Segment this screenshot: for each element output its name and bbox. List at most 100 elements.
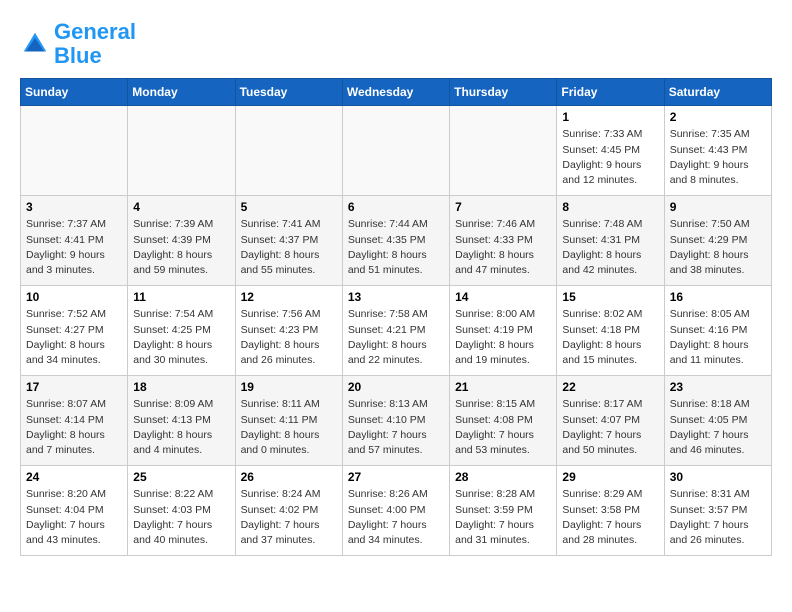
day-number: 30 bbox=[670, 470, 766, 484]
day-info: Sunrise: 8:11 AM Sunset: 4:11 PM Dayligh… bbox=[241, 397, 337, 458]
calendar-cell bbox=[235, 106, 342, 196]
day-number: 22 bbox=[562, 380, 658, 394]
day-info: Sunrise: 7:37 AM Sunset: 4:41 PM Dayligh… bbox=[26, 217, 122, 278]
day-number: 15 bbox=[562, 290, 658, 304]
day-number: 6 bbox=[348, 200, 444, 214]
calendar-cell: 9 Sunrise: 7:50 AM Sunset: 4:29 PM Daylig… bbox=[664, 196, 771, 286]
day-info: Sunrise: 7:33 AM Sunset: 4:45 PM Dayligh… bbox=[562, 127, 658, 188]
header-thursday: Thursday bbox=[450, 79, 557, 106]
calendar-week-5: 24 Sunrise: 8:20 AM Sunset: 4:04 PM Dayli… bbox=[21, 466, 772, 556]
day-number: 4 bbox=[133, 200, 229, 214]
calendar-cell: 14Sunrise: 8:00 AM Sunset: 4:19 PM Dayli… bbox=[450, 286, 557, 376]
calendar-cell: 20Sunrise: 8:13 AM Sunset: 4:10 PM Dayli… bbox=[342, 376, 449, 466]
day-info: Sunrise: 8:24 AM Sunset: 4:02 PM Dayligh… bbox=[241, 487, 337, 548]
calendar-cell: 5 Sunrise: 7:41 AM Sunset: 4:37 PM Daylig… bbox=[235, 196, 342, 286]
day-info: Sunrise: 7:35 AM Sunset: 4:43 PM Dayligh… bbox=[670, 127, 766, 188]
calendar-cell: 16 Sunrise: 8:05 AM Sunset: 4:16 PM Dayli… bbox=[664, 286, 771, 376]
calendar-cell: 26 Sunrise: 8:24 AM Sunset: 4:02 PM Dayli… bbox=[235, 466, 342, 556]
day-info: Sunrise: 7:58 AM Sunset: 4:21 PM Dayligh… bbox=[348, 307, 444, 368]
calendar-cell: 8 Sunrise: 7:48 AM Sunset: 4:31 PM Daylig… bbox=[557, 196, 664, 286]
day-number: 29 bbox=[562, 470, 658, 484]
day-number: 26 bbox=[241, 470, 337, 484]
calendar-header-row: SundayMondayTuesdayWednesdayThursdayFrid… bbox=[21, 79, 772, 106]
header-tuesday: Tuesday bbox=[235, 79, 342, 106]
calendar-cell bbox=[128, 106, 235, 196]
day-info: Sunrise: 8:18 AM Sunset: 4:05 PM Dayligh… bbox=[670, 397, 766, 458]
day-info: Sunrise: 7:50 AM Sunset: 4:29 PM Dayligh… bbox=[670, 217, 766, 278]
calendar-cell: 15 Sunrise: 8:02 AM Sunset: 4:18 PM Dayli… bbox=[557, 286, 664, 376]
calendar-cell: 21 Sunrise: 8:15 AM Sunset: 4:08 PM Dayli… bbox=[450, 376, 557, 466]
calendar-cell: 27 Sunrise: 8:26 AM Sunset: 4:00 PM Dayli… bbox=[342, 466, 449, 556]
day-number: 12 bbox=[241, 290, 337, 304]
day-number: 20 bbox=[348, 380, 444, 394]
logo-text: General Blue bbox=[54, 20, 136, 68]
day-number: 11 bbox=[133, 290, 229, 304]
day-number: 9 bbox=[670, 200, 766, 214]
day-info: Sunrise: 8:31 AM Sunset: 3:57 PM Dayligh… bbox=[670, 487, 766, 548]
day-info: Sunrise: 7:44 AM Sunset: 4:35 PM Dayligh… bbox=[348, 217, 444, 278]
calendar-cell: 17Sunrise: 8:07 AM Sunset: 4:14 PM Dayli… bbox=[21, 376, 128, 466]
day-number: 5 bbox=[241, 200, 337, 214]
day-info: Sunrise: 8:02 AM Sunset: 4:18 PM Dayligh… bbox=[562, 307, 658, 368]
calendar-cell: 18 Sunrise: 8:09 AM Sunset: 4:13 PM Dayli… bbox=[128, 376, 235, 466]
calendar-cell: 28Sunrise: 8:28 AM Sunset: 3:59 PM Dayli… bbox=[450, 466, 557, 556]
header-sunday: Sunday bbox=[21, 79, 128, 106]
day-number: 16 bbox=[670, 290, 766, 304]
day-number: 10 bbox=[26, 290, 122, 304]
day-number: 13 bbox=[348, 290, 444, 304]
day-info: Sunrise: 8:26 AM Sunset: 4:00 PM Dayligh… bbox=[348, 487, 444, 548]
calendar-week-3: 10Sunrise: 7:52 AM Sunset: 4:27 PM Dayli… bbox=[21, 286, 772, 376]
day-info: Sunrise: 8:17 AM Sunset: 4:07 PM Dayligh… bbox=[562, 397, 658, 458]
header-saturday: Saturday bbox=[664, 79, 771, 106]
day-info: Sunrise: 7:41 AM Sunset: 4:37 PM Dayligh… bbox=[241, 217, 337, 278]
day-info: Sunrise: 8:09 AM Sunset: 4:13 PM Dayligh… bbox=[133, 397, 229, 458]
day-info: Sunrise: 8:28 AM Sunset: 3:59 PM Dayligh… bbox=[455, 487, 551, 548]
calendar-cell: 6 Sunrise: 7:44 AM Sunset: 4:35 PM Daylig… bbox=[342, 196, 449, 286]
calendar-cell: 22 Sunrise: 8:17 AM Sunset: 4:07 PM Dayli… bbox=[557, 376, 664, 466]
header-monday: Monday bbox=[128, 79, 235, 106]
page-header: General Blue bbox=[20, 20, 772, 68]
calendar-cell: 24 Sunrise: 8:20 AM Sunset: 4:04 PM Dayli… bbox=[21, 466, 128, 556]
calendar-cell: 23 Sunrise: 8:18 AM Sunset: 4:05 PM Dayli… bbox=[664, 376, 771, 466]
calendar-cell: 11 Sunrise: 7:54 AM Sunset: 4:25 PM Dayli… bbox=[128, 286, 235, 376]
calendar-cell: 25 Sunrise: 8:22 AM Sunset: 4:03 PM Dayli… bbox=[128, 466, 235, 556]
day-number: 2 bbox=[670, 110, 766, 124]
day-number: 24 bbox=[26, 470, 122, 484]
day-info: Sunrise: 8:15 AM Sunset: 4:08 PM Dayligh… bbox=[455, 397, 551, 458]
calendar-cell: 30 Sunrise: 8:31 AM Sunset: 3:57 PM Dayli… bbox=[664, 466, 771, 556]
calendar-cell: 7Sunrise: 7:46 AM Sunset: 4:33 PM Daylig… bbox=[450, 196, 557, 286]
day-number: 21 bbox=[455, 380, 551, 394]
day-info: Sunrise: 8:29 AM Sunset: 3:58 PM Dayligh… bbox=[562, 487, 658, 548]
day-info: Sunrise: 7:39 AM Sunset: 4:39 PM Dayligh… bbox=[133, 217, 229, 278]
day-number: 25 bbox=[133, 470, 229, 484]
calendar-cell: 29 Sunrise: 8:29 AM Sunset: 3:58 PM Dayli… bbox=[557, 466, 664, 556]
calendar-cell: 19 Sunrise: 8:11 AM Sunset: 4:11 PM Dayli… bbox=[235, 376, 342, 466]
calendar-week-1: 1 Sunrise: 7:33 AM Sunset: 4:45 PM Daylig… bbox=[21, 106, 772, 196]
header-friday: Friday bbox=[557, 79, 664, 106]
calendar: SundayMondayTuesdayWednesdayThursdayFrid… bbox=[20, 78, 772, 556]
calendar-cell: 12 Sunrise: 7:56 AM Sunset: 4:23 PM Dayli… bbox=[235, 286, 342, 376]
day-info: Sunrise: 8:07 AM Sunset: 4:14 PM Dayligh… bbox=[26, 397, 122, 458]
day-info: Sunrise: 7:56 AM Sunset: 4:23 PM Dayligh… bbox=[241, 307, 337, 368]
day-info: Sunrise: 8:22 AM Sunset: 4:03 PM Dayligh… bbox=[133, 487, 229, 548]
day-info: Sunrise: 8:20 AM Sunset: 4:04 PM Dayligh… bbox=[26, 487, 122, 548]
calendar-cell: 3 Sunrise: 7:37 AM Sunset: 4:41 PM Daylig… bbox=[21, 196, 128, 286]
day-number: 8 bbox=[562, 200, 658, 214]
day-number: 23 bbox=[670, 380, 766, 394]
calendar-cell bbox=[21, 106, 128, 196]
logo-icon bbox=[20, 29, 50, 59]
logo: General Blue bbox=[20, 20, 136, 68]
day-number: 3 bbox=[26, 200, 122, 214]
day-number: 19 bbox=[241, 380, 337, 394]
day-number: 1 bbox=[562, 110, 658, 124]
calendar-cell bbox=[450, 106, 557, 196]
day-number: 7 bbox=[455, 200, 551, 214]
day-info: Sunrise: 7:54 AM Sunset: 4:25 PM Dayligh… bbox=[133, 307, 229, 368]
day-number: 18 bbox=[133, 380, 229, 394]
day-info: Sunrise: 7:48 AM Sunset: 4:31 PM Dayligh… bbox=[562, 217, 658, 278]
calendar-cell bbox=[342, 106, 449, 196]
day-number: 27 bbox=[348, 470, 444, 484]
calendar-cell: 1 Sunrise: 7:33 AM Sunset: 4:45 PM Daylig… bbox=[557, 106, 664, 196]
calendar-cell: 2 Sunrise: 7:35 AM Sunset: 4:43 PM Daylig… bbox=[664, 106, 771, 196]
day-info: Sunrise: 8:05 AM Sunset: 4:16 PM Dayligh… bbox=[670, 307, 766, 368]
